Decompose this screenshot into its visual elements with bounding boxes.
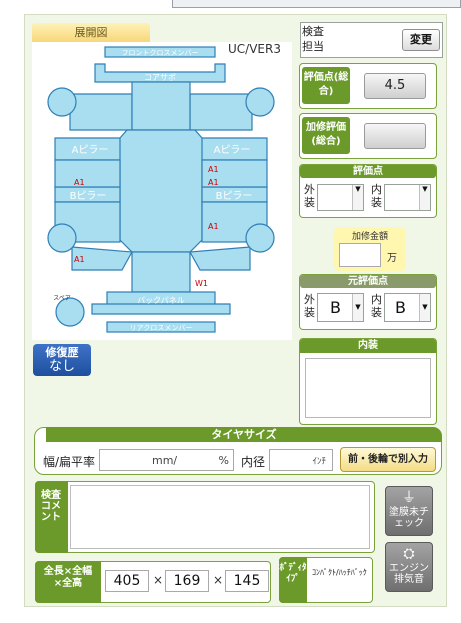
interior-header: 内装 [300,339,436,353]
original-score-exterior-select[interactable]: B ▼ [317,293,364,322]
chevron-down-icon: ▼ [352,185,363,210]
comment-label: 検査コメント [35,481,68,553]
score-interior-select[interactable]: ▼ [384,184,431,211]
width-input[interactable]: 169 [165,570,209,592]
tire-width-label: 幅/扁平率 [43,455,96,469]
front-rear-separate-button[interactable]: 前・後輪で別入力 [340,447,436,472]
spare-label: スペア [53,295,71,302]
repair-history-label: 修復歴 [45,346,79,359]
inspector-label: 検査担当 [302,25,324,53]
original-score-header: 元評価点 [300,275,436,288]
back-panel-label: バックパネル [137,296,185,305]
b-pillar-right-label: Bピラー [216,190,253,202]
left-front-door-panel[interactable] [54,159,121,188]
b-pillar-left-label: Bピラー [70,190,107,202]
original-score-interior-select[interactable]: B ▼ [384,293,431,322]
original-score-interior-label: 内装 [371,293,382,319]
diagram-tab[interactable]: 展開図 [32,23,150,42]
tire-size-header: タイヤサイズ [46,427,442,442]
comment-textarea[interactable] [70,485,370,549]
repair-score-label: 加修評価(総合) [302,117,350,154]
rear-bumper-panel[interactable] [91,303,231,315]
score-total-value[interactable]: 4.5 [364,73,426,99]
trunk-panel[interactable] [131,251,191,293]
damage-mark-a1-right-rear: A1 [208,222,219,231]
spare-tire[interactable] [55,297,85,327]
wheel-rear-right[interactable] [245,223,275,253]
chevron-down-icon: ▼ [352,294,363,321]
length-input[interactable]: 405 [105,570,149,592]
engine-icon: ⛭ [403,546,415,562]
score-exterior-label: 外装 [304,183,315,209]
a-pillar-right-label: Aピラー [214,144,251,156]
wheel-rear-left[interactable] [47,223,77,253]
change-inspector-button[interactable]: 変更 [402,29,440,51]
repair-amount-input[interactable] [339,243,381,267]
dimension-separator: × [213,573,224,587]
tire-diameter-label: 内径 [241,455,266,469]
repair-history-value: なし [48,359,75,374]
chevron-down-icon: ▼ [419,185,430,210]
car-diagram-svg[interactable]: フロントクロスメンバー コアサポ Aピラー Aピラー Bピラー Bピラー バック… [32,42,292,340]
core-support-label: コアサポ [144,73,176,82]
rear-cross-member-label: リアクロスメンバー [130,324,193,332]
damage-mark-a1-right-mid: A1 [208,178,219,187]
interior-textarea[interactable] [305,358,431,418]
height-input[interactable]: 145 [225,570,269,592]
dimensions-label: 全長×全幅×全高 [35,561,101,603]
engine-sound-label: エンジン排気音 [389,563,429,585]
a-pillar-left-label: Aピラー [72,144,109,156]
repair-history-button[interactable]: 修復歴 なし [33,344,91,376]
version-label: UC/VER3 [228,42,281,56]
right-rear-quarter-panel[interactable] [189,246,251,271]
front-cross-member-label: フロントクロスメンバー [122,49,199,57]
engine-sound-button[interactable]: ⛭ エンジン排気音 [385,542,433,592]
body-type-label: ﾎﾞﾃﾞｨﾀｲﾌﾟ [279,557,307,603]
tire-ratio-unit: % [218,454,229,467]
front-right-fender-panel[interactable] [189,93,253,131]
body-type-value[interactable]: ｺﾝﾊﾟｸﾄ/ﾊｯﾁﾊﾞｯｸ [312,563,370,583]
score-total-label: 評価点(総合) [302,67,350,104]
original-score-exterior-label: 外装 [304,293,315,319]
tire-diameter-unit: ｲﾝﾁ [312,457,326,467]
top-window-strip [172,0,461,8]
damage-mark-w1: W1 [195,279,208,288]
hood-panel[interactable] [131,81,191,131]
front-left-fender-panel[interactable] [69,93,133,131]
damage-mark-a1-left-quarter: A1 [74,255,85,264]
chevron-down-icon: ▼ [419,294,430,321]
damage-mark-a1-right-front: A1 [208,165,219,174]
score-exterior-select[interactable]: ▼ [317,184,364,211]
score-header: 評価点 [300,165,436,178]
paint-gauge-icon: ⏚ [402,490,416,506]
roof-panel[interactable] [119,129,203,253]
tire-width-unit: mm/ [152,454,178,467]
repair-amount-unit: 万 [387,253,397,264]
repair-amount-title: 加修金額 [351,232,388,242]
score-interior-label: 内装 [371,183,382,209]
damage-mark-a1-left-front: A1 [74,178,85,187]
wheel-front-left[interactable] [47,87,77,117]
repair-score-value[interactable] [364,123,426,149]
tire-width-input[interactable]: mm/ % [99,449,234,471]
body-panel-diagram[interactable]: フロントクロスメンバー コアサポ Aピラー Aピラー Bピラー Bピラー バック… [32,42,292,340]
wheel-front-right[interactable] [245,87,275,117]
paint-check-button[interactable]: ⏚ 塗膜未チェック [385,486,433,536]
tire-diameter-input[interactable]: ｲﾝﾁ [269,449,333,471]
paint-check-label: 塗膜未チェック [389,507,429,529]
dimension-separator: × [153,573,164,587]
